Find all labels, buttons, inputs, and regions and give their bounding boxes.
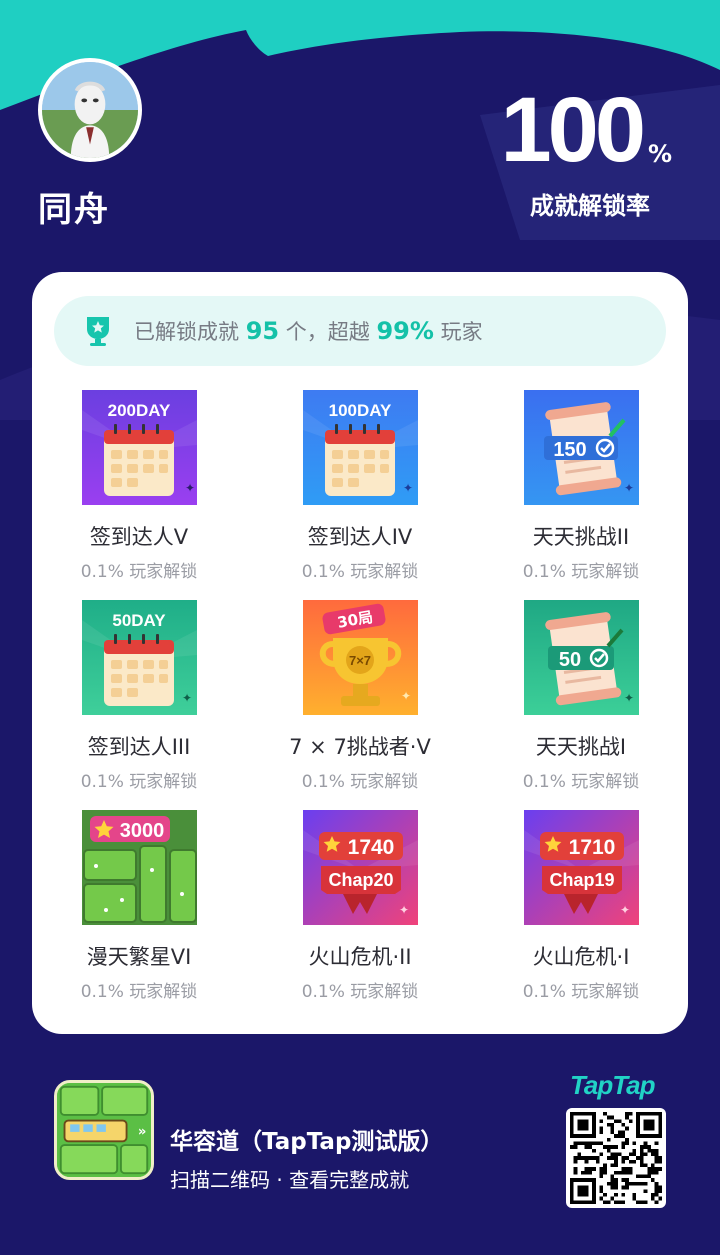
achievement-name: 签到达人III <box>87 735 191 759</box>
svg-text:✦: ✦ <box>403 481 413 495</box>
unlock-rate-block: 100 % 成就解锁率 <box>432 79 673 224</box>
summary-text: 已解锁成就 95 个，超越 99% 玩家 <box>134 316 483 346</box>
achievement-rate: 0.1% 玩家解锁 <box>522 982 640 1002</box>
summary-suffix: 玩家 <box>440 320 483 344</box>
badge-secondary-text: 7×7 <box>348 653 370 668</box>
badge-secondary-text: Chap19 <box>549 870 614 890</box>
grass-tiles-icon: 3000 <box>81 810 197 925</box>
badge-text: 1740 <box>347 836 394 859</box>
achievement-name: 漫天繁星VI <box>86 945 192 969</box>
achievement-rate: 0.1% 玩家解锁 <box>80 772 198 792</box>
badge-text: 3000 <box>119 820 164 842</box>
scroll-check-icon: 50 ✦ <box>523 600 639 715</box>
qr-code[interactable] <box>566 1108 666 1208</box>
achievement-rate: 0.1% 玩家解锁 <box>80 562 198 582</box>
achievement-name: 签到达人V <box>89 525 189 549</box>
achievement-card: 已解锁成就 95 个，超越 99% 玩家 200DAY ✦ 签到达人V 0.1%… <box>32 272 688 1034</box>
unlock-rate-value: 100 <box>500 79 646 181</box>
achievement-rate: 0.1% 玩家解锁 <box>301 982 419 1002</box>
user-avatar[interactable] <box>38 58 142 162</box>
svg-text:✦: ✦ <box>620 903 630 917</box>
calendar-badge-icon: 200DAY ✦ <box>81 390 197 505</box>
badge-text: 150 <box>553 439 586 461</box>
achievement-name: 7 × 7挑战者·V <box>289 735 431 759</box>
svg-text:✦: ✦ <box>182 691 192 705</box>
achievement-item[interactable]: 50DAY ✦ 签到达人III 0.1% 玩家解锁 <box>39 600 239 792</box>
summary-banner: 已解锁成就 95 个，超越 99% 玩家 <box>54 296 666 366</box>
unlocked-count: 95 <box>245 317 280 345</box>
achievement-name: 火山危机·I <box>532 945 630 969</box>
achievement-item[interactable]: 7×7 30局 ✦ 7 × 7挑战者·V 0.1% 玩家解锁 <box>260 600 460 792</box>
qr-code-icon <box>570 1112 662 1204</box>
surpass-percent: 99% <box>376 317 434 345</box>
achievement-name: 签到达人IV <box>307 525 413 549</box>
svg-text:✦: ✦ <box>185 481 195 495</box>
achievement-item[interactable]: 100DAY ✦ 签到达人IV 0.1% 玩家解锁 <box>260 390 460 582</box>
summary-middle: 个，超越 <box>285 320 370 344</box>
trophy-icon <box>87 317 109 346</box>
badge-text: 50 <box>558 649 580 671</box>
svg-text:✦: ✦ <box>401 689 411 703</box>
badge-text: 50DAY <box>112 611 166 630</box>
svg-text:✦: ✦ <box>624 691 634 705</box>
taptap-logo: TapTap <box>570 1070 656 1100</box>
calendar-badge-icon: 100DAY ✦ <box>302 390 418 505</box>
achievement-rate: 0.1% 玩家解锁 <box>80 982 198 1002</box>
unlock-rate-unit: % <box>647 140 672 168</box>
ribbon-badge-icon: 1740 Chap20 ✦ <box>302 810 418 925</box>
achievement-rate: 0.1% 玩家解锁 <box>522 562 640 582</box>
achievement-name: 天天挑战I <box>535 735 627 759</box>
achievement-rate: 0.1% 玩家解锁 <box>301 562 419 582</box>
badge-text: 100DAY <box>328 401 391 420</box>
svg-text:✦: ✦ <box>399 903 409 917</box>
achievement-name: 火山危机·II <box>308 945 412 969</box>
achievement-item[interactable]: 1740 Chap20 ✦ 火山危机·II 0.1% 玩家解锁 <box>260 810 460 1002</box>
badge-secondary-text: Chap20 <box>328 870 393 890</box>
game-title: 华容道（TapTap测试版） <box>170 1129 444 1155</box>
svg-text:»: » <box>138 1125 147 1140</box>
summary-prefix: 已解锁成就 <box>134 320 239 344</box>
badge-text: 1710 <box>568 836 615 859</box>
scan-hint: 扫描二维码 · 查看完整成就 <box>170 1168 410 1192</box>
trophy-badge-icon: 7×7 30局 ✦ <box>302 600 418 715</box>
achievement-rate: 0.1% 玩家解锁 <box>301 772 419 792</box>
achievement-item[interactable]: 150 ✦ 天天挑战II 0.1% 玩家解锁 <box>481 390 681 582</box>
achievement-rate: 0.1% 玩家解锁 <box>522 772 640 792</box>
badge-text: 200DAY <box>107 401 170 420</box>
achievement-item[interactable]: 200DAY ✦ 签到达人V 0.1% 玩家解锁 <box>39 390 239 582</box>
achievement-item[interactable]: 1710 Chap19 ✦ 火山危机·I 0.1% 玩家解锁 <box>481 810 681 1002</box>
unlock-rate-label: 成就解锁率 <box>530 192 650 220</box>
achievement-name: 天天挑战II <box>532 525 630 549</box>
username: 同舟 <box>38 190 110 230</box>
ribbon-badge-icon: 1710 Chap19 ✦ <box>523 810 639 925</box>
game-logo-icon[interactable]: » <box>54 1080 154 1180</box>
calendar-badge-icon: 50DAY ✦ <box>81 600 197 715</box>
achievement-item[interactable]: 50 ✦ 天天挑战I 0.1% 玩家解锁 <box>481 600 681 792</box>
achievement-item[interactable]: 3000 漫天繁星VI 0.1% 玩家解锁 <box>39 810 239 1002</box>
scroll-check-icon: 150 ✦ <box>523 390 639 505</box>
svg-text:✦: ✦ <box>624 481 634 495</box>
